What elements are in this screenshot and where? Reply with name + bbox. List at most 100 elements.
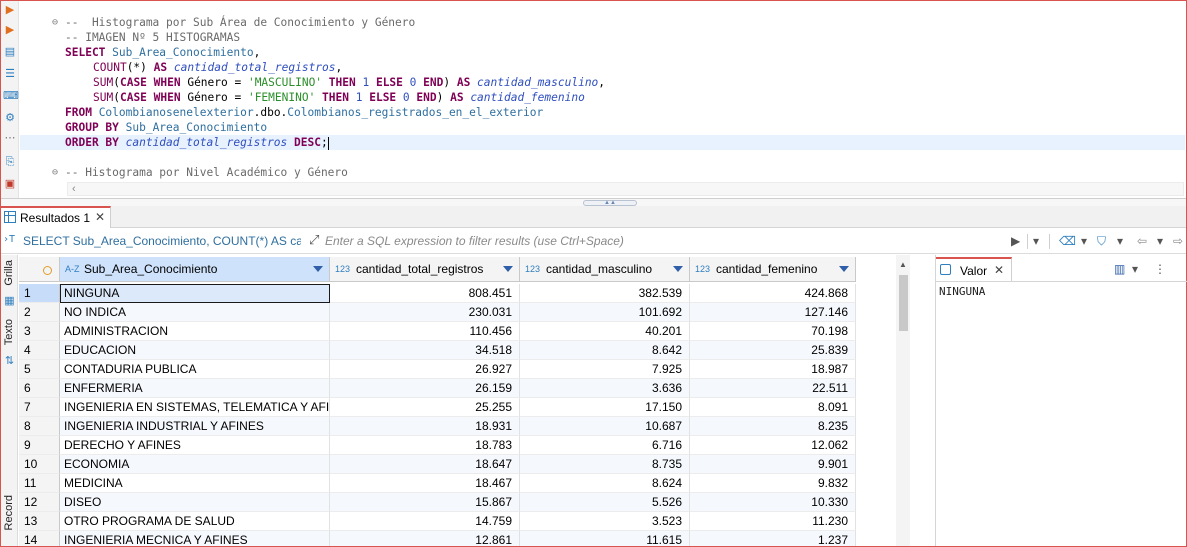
expand-icon[interactable]: ⤢ [309, 232, 319, 248]
code-line[interactable]: ⊖ -- Histograma por Nivel Académico y Gén… [20, 165, 1185, 180]
code-line[interactable]: FROM Colombianosenelexterior.dbo.Colombi… [20, 105, 1185, 120]
cell-femenino[interactable]: 10.330 [690, 493, 856, 512]
code-line[interactable]: ORDER BY cantidad_total_registros DESC; [20, 135, 1185, 150]
table-row[interactable]: 8 INGENIERIA INDUSTRIAL Y AFINES 18.931 10.… [19, 417, 856, 436]
clear-filter-icon[interactable]: ⌫ [1059, 233, 1076, 249]
filter-input[interactable] [325, 232, 1005, 250]
cell-total[interactable]: 25.255 [330, 398, 520, 417]
table-row[interactable]: 2 NO INDICA 230.031 101.692 127.146 [19, 303, 856, 322]
cell-total[interactable]: 18.647 [330, 455, 520, 474]
code-line[interactable]: SELECT Sub_Area_Conocimiento, [20, 45, 1185, 60]
forward-icon[interactable]: ⇨ [1173, 233, 1183, 249]
grid-icon[interactable]: ▦ [3, 295, 16, 308]
scroll-left-icon[interactable]: ‹ [72, 183, 76, 195]
cell-femenino[interactable]: 8.235 [690, 417, 856, 436]
close-icon[interactable]: ✕ [994, 263, 1004, 277]
cell-masculino[interactable]: 10.687 [520, 417, 690, 436]
cell-sub-area[interactable]: NO INDICA [60, 303, 330, 322]
cell-total[interactable]: 15.867 [330, 493, 520, 512]
cell-masculino[interactable]: 382.539 [520, 284, 690, 303]
row-number[interactable]: 13 [19, 512, 60, 531]
cell-total[interactable]: 18.931 [330, 417, 520, 436]
cell-total[interactable]: 18.783 [330, 436, 520, 455]
cell-sub-area[interactable]: INGENIERIA MECNICA Y AFINES [60, 531, 330, 546]
code-line[interactable]: SUM(CASE WHEN Género = 'FEMENINO' THEN 1… [20, 90, 1185, 105]
cell-masculino[interactable]: 3.523 [520, 512, 690, 531]
execute-icon[interactable]: ▶ [3, 3, 17, 17]
cell-total[interactable]: 12.861 [330, 531, 520, 546]
code-line[interactable]: ⊖ -- Histograma por Sub Área de Conocimie… [20, 15, 1185, 30]
execute-script-icon[interactable]: ▤ [3, 45, 17, 59]
cell-sub-area[interactable]: INGENIERIA EN SISTEMAS, TELEMATICA Y AFI… [60, 398, 330, 417]
row-number[interactable]: 6 [19, 379, 60, 398]
code-area[interactable]: ⊖ -- Histograma por Sub Área de Conocimie… [20, 15, 1185, 180]
cell-sub-area[interactable]: ENFERMERIA [60, 379, 330, 398]
code-line[interactable] [20, 150, 1185, 165]
cell-sub-area[interactable]: OTRO PROGRAMA DE SALUD [60, 512, 330, 531]
cell-sub-area[interactable]: NINGUNA [60, 284, 330, 303]
column-header-masculino[interactable]: 123 cantidad_masculino [520, 257, 690, 282]
cell-femenino[interactable]: 18.987 [690, 360, 856, 379]
chevron-down-icon[interactable]: ▾ [1117, 233, 1123, 249]
row-number[interactable]: 4 [19, 341, 60, 360]
editor-horizontal-scrollbar[interactable]: ‹ [67, 182, 1184, 196]
code-line[interactable]: GROUP BY Sub_Area_Conocimiento [20, 120, 1185, 135]
cell-masculino[interactable]: 6.716 [520, 436, 690, 455]
results-grid[interactable]: A-Z Sub_Area_Conocimiento 123 cantidad_t… [19, 255, 917, 546]
row-number[interactable]: 9 [19, 436, 60, 455]
tab-valor[interactable]: Valor ✕ [936, 257, 1012, 281]
fold-toggle-icon[interactable]: ⊖ [52, 15, 58, 30]
close-icon[interactable]: ✕ [95, 210, 105, 224]
cell-masculino[interactable]: 8.642 [520, 341, 690, 360]
cell-sub-area[interactable]: DERECHO Y AFINES [60, 436, 330, 455]
export-icon[interactable]: ⎘ [3, 155, 17, 169]
chevron-down-icon[interactable]: ▾ [1132, 262, 1138, 276]
cell-total[interactable]: 18.467 [330, 474, 520, 493]
panels-icon[interactable]: ⇅ [3, 355, 16, 368]
chevron-down-icon[interactable]: ▾ [1081, 233, 1087, 249]
cell-value[interactable]: NINGUNA [939, 285, 985, 298]
cell-sub-area[interactable]: EDUCACION [60, 341, 330, 360]
cell-masculino[interactable]: 5.526 [520, 493, 690, 512]
row-number[interactable]: 12 [19, 493, 60, 512]
cell-sub-area[interactable]: ADMINISTRACION [60, 322, 330, 341]
back-icon[interactable]: ⇦ [1137, 233, 1147, 249]
cell-sub-area[interactable]: CONTADURIA PUBLICA [60, 360, 330, 379]
grid-view-tab[interactable]: Grilla [3, 260, 15, 286]
table-row[interactable]: 1 NINGUNA 808.451 382.539 424.868 [19, 284, 856, 303]
cell-femenino[interactable]: 8.091 [690, 398, 856, 417]
terminal-icon[interactable]: ⌨ [3, 89, 19, 103]
cell-femenino[interactable]: 11.230 [690, 512, 856, 531]
sort-icon[interactable] [503, 266, 513, 272]
more-options-icon[interactable]: ⋮ [1154, 262, 1166, 276]
table-row[interactable]: 9 DERECHO Y AFINES 18.783 6.716 12.062 [19, 436, 856, 455]
cell-masculino[interactable]: 40.201 [520, 322, 690, 341]
row-number[interactable]: 1 [19, 284, 60, 303]
sort-icon[interactable] [839, 266, 849, 272]
row-number[interactable]: 8 [19, 417, 60, 436]
tab-results-1[interactable]: Resultados 1 ✕ [1, 206, 111, 228]
chevron-down-icon[interactable]: ▾ [1157, 233, 1163, 249]
cell-total[interactable]: 34.518 [330, 341, 520, 360]
cell-total[interactable]: 110.456 [330, 322, 520, 341]
cell-masculino[interactable]: 101.692 [520, 303, 690, 322]
table-row[interactable]: 13 OTRO PROGRAMA DE SALUD 14.759 3.523 11.23… [19, 512, 856, 531]
sort-icon[interactable] [673, 266, 683, 272]
scroll-up-icon[interactable]: ▲ [899, 260, 907, 269]
cell-femenino[interactable]: 9.832 [690, 474, 856, 493]
cell-femenino[interactable]: 70.198 [690, 322, 856, 341]
settings-icon[interactable]: ⚙ [3, 111, 17, 125]
table-row[interactable]: 4 EDUCACION 34.518 8.642 25.839 [19, 341, 856, 360]
code-line[interactable]: COUNT(*) AS cantidad_total_registros, [20, 60, 1185, 75]
row-number[interactable]: 11 [19, 474, 60, 493]
column-header-total[interactable]: 123 cantidad_total_registros [330, 257, 520, 282]
cell-total[interactable]: 808.451 [330, 284, 520, 303]
filter-icon[interactable]: ⛉ [1097, 233, 1106, 249]
cell-sub-area[interactable]: MEDICINA [60, 474, 330, 493]
document-icon[interactable]: ▣ [3, 177, 17, 191]
column-header-femenino[interactable]: 123 cantidad_femenino [690, 257, 856, 282]
cell-masculino[interactable]: 17.150 [520, 398, 690, 417]
table-row[interactable]: 10 ECONOMIA 18.647 8.735 9.901 [19, 455, 856, 474]
cell-femenino[interactable]: 127.146 [690, 303, 856, 322]
cell-masculino[interactable]: 3.636 [520, 379, 690, 398]
